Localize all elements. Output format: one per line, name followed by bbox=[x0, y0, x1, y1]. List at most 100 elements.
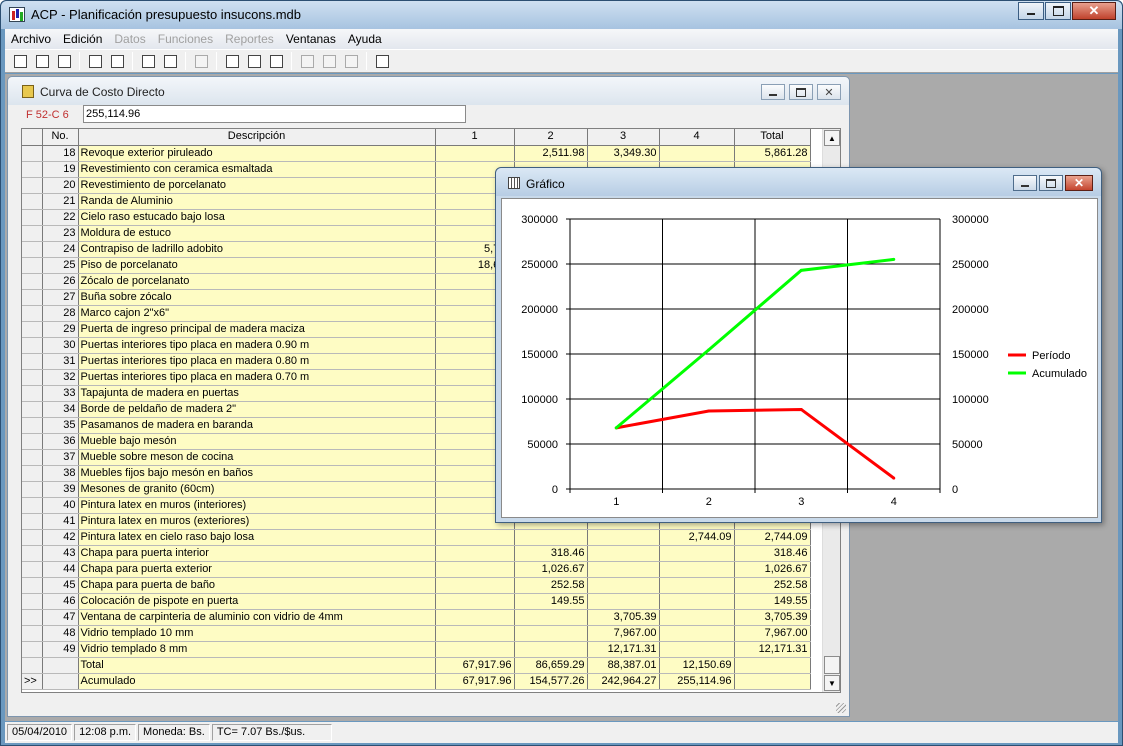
cell-no[interactable]: 47 bbox=[42, 609, 79, 626]
cell-c3[interactable]: 7,967.00 bbox=[587, 625, 660, 642]
calculator-button[interactable] bbox=[371, 51, 393, 71]
row-selector[interactable] bbox=[22, 641, 43, 658]
cell-total[interactable]: 7,967.00 bbox=[734, 625, 811, 642]
layout-window-button[interactable] bbox=[265, 51, 287, 71]
cell-no[interactable]: 26 bbox=[42, 273, 79, 290]
cell-description[interactable]: Puertas interiores tipo placa en madera … bbox=[78, 337, 436, 354]
cell-no[interactable]: 43 bbox=[42, 545, 79, 562]
cell-description[interactable]: Moldura de estuco bbox=[78, 225, 436, 242]
column-header[interactable]: Descripción bbox=[78, 129, 436, 146]
row-selector[interactable] bbox=[22, 481, 43, 498]
cell-total[interactable]: 3,705.39 bbox=[734, 609, 811, 626]
row-selector[interactable] bbox=[22, 385, 43, 402]
cell-description[interactable]: Piso de porcelanato bbox=[78, 257, 436, 274]
cell-no[interactable]: 41 bbox=[42, 513, 79, 530]
cell-no[interactable]: 36 bbox=[42, 433, 79, 450]
cell-no[interactable]: 45 bbox=[42, 577, 79, 594]
cell-no[interactable]: 38 bbox=[42, 465, 79, 482]
cell-description[interactable]: Randa de Aluminio bbox=[78, 193, 436, 210]
cell-c1[interactable] bbox=[435, 561, 515, 578]
cell-no[interactable]: 25 bbox=[42, 257, 79, 274]
row-selector[interactable] bbox=[22, 513, 43, 530]
summary-c4[interactable]: 12,150.69 bbox=[659, 656, 735, 674]
cell-description[interactable]: Chapa para puerta de baño bbox=[78, 577, 436, 594]
row-selector[interactable] bbox=[22, 337, 43, 354]
cell-description[interactable]: Marco cajon 2"x6" bbox=[78, 305, 436, 322]
row-selector[interactable] bbox=[22, 529, 43, 546]
cell-c3[interactable]: 3,349.30 bbox=[587, 145, 660, 162]
row-selector[interactable] bbox=[22, 609, 43, 626]
cell-no[interactable]: 48 bbox=[42, 625, 79, 642]
table-row[interactable]: 46 Colocación de pispote en puerta 149.55 1… bbox=[22, 593, 811, 610]
row-selector[interactable] bbox=[22, 353, 43, 370]
summary-c3[interactable]: 88,387.01 bbox=[587, 656, 660, 674]
summary-c1[interactable]: 67,917.96 bbox=[435, 672, 515, 690]
cell-c1[interactable] bbox=[435, 641, 515, 658]
curva-close-button[interactable]: ✕ bbox=[817, 84, 841, 100]
save-button[interactable] bbox=[53, 51, 75, 71]
cell-no[interactable]: 22 bbox=[42, 209, 79, 226]
cell-description[interactable]: Revestimiento con ceramica esmaltada bbox=[78, 161, 436, 178]
cell-value-field[interactable]: 255,114.96 bbox=[83, 105, 466, 123]
new-file-button[interactable] bbox=[9, 51, 31, 71]
row-selector[interactable] bbox=[22, 273, 43, 290]
row-selector[interactable] bbox=[22, 145, 43, 162]
grafico-titlebar[interactable]: Gráfico ✕ bbox=[496, 168, 1101, 196]
grafico-minimize-button[interactable] bbox=[1013, 175, 1037, 191]
cell-no[interactable]: 44 bbox=[42, 561, 79, 578]
cell-description[interactable]: Mesones de granito (60cm) bbox=[78, 481, 436, 498]
cell-c2[interactable]: 149.55 bbox=[514, 593, 588, 610]
scroll-up-icon[interactable]: ▲ bbox=[824, 130, 840, 146]
scroll-thumb[interactable] bbox=[824, 656, 840, 674]
cell-description[interactable]: Chapa para puerta interior bbox=[78, 545, 436, 562]
menu-ventanas[interactable]: Ventanas bbox=[280, 29, 342, 49]
row-selector[interactable] bbox=[22, 497, 43, 514]
row-selector[interactable] bbox=[22, 369, 43, 386]
cell-description[interactable]: Pintura latex en muros (interiores) bbox=[78, 497, 436, 514]
row-selector[interactable] bbox=[22, 161, 43, 178]
cell-description[interactable]: Mueble bajo mesón bbox=[78, 433, 436, 450]
layout-columns-button[interactable] bbox=[221, 51, 243, 71]
cell-description[interactable]: Ventana de carpinteria de aluminio con v… bbox=[78, 609, 436, 626]
cell-description[interactable]: Puertas interiores tipo placa en madera … bbox=[78, 369, 436, 386]
cell-total[interactable]: 12,171.31 bbox=[734, 641, 811, 658]
row-selector[interactable] bbox=[22, 321, 43, 338]
curva-titlebar[interactable]: Curva de Costo Directo ✕ bbox=[8, 77, 849, 105]
cell-c1[interactable] bbox=[435, 145, 515, 162]
cell-no[interactable]: 32 bbox=[42, 369, 79, 386]
summary-c1[interactable]: 67,917.96 bbox=[435, 656, 515, 674]
cell-description[interactable]: Contrapiso de ladrillo adobito bbox=[78, 241, 436, 258]
row-selector[interactable] bbox=[22, 465, 43, 482]
cell-total[interactable]: 1,026.67 bbox=[734, 561, 811, 578]
cell-c1[interactable] bbox=[435, 609, 515, 626]
column-header[interactable]: 3 bbox=[587, 129, 660, 146]
column-header[interactable]: Total bbox=[734, 129, 811, 146]
cell-description[interactable]: Colocación de pispote en puerta bbox=[78, 593, 436, 610]
row-selector[interactable] bbox=[22, 417, 43, 434]
cell-c4[interactable] bbox=[659, 545, 735, 562]
cell-description[interactable]: Vidrio templado 8 mm bbox=[78, 641, 436, 658]
scroll-down-icon[interactable]: ▼ bbox=[824, 675, 840, 691]
row-selector[interactable] bbox=[22, 561, 43, 578]
table-row[interactable]: 45 Chapa para puerta de baño 252.58 252.58 bbox=[22, 577, 811, 594]
cell-description[interactable]: Puerta de ingreso principal de madera ma… bbox=[78, 321, 436, 338]
curva-minimize-button[interactable] bbox=[761, 84, 785, 100]
row-marker[interactable] bbox=[22, 656, 43, 674]
cell-c1[interactable] bbox=[435, 593, 515, 610]
row-selector[interactable] bbox=[22, 305, 43, 322]
cell-no[interactable]: 29 bbox=[42, 321, 79, 338]
cell-c2[interactable] bbox=[514, 609, 588, 626]
cell-total[interactable]: 318.46 bbox=[734, 545, 811, 562]
cell-no[interactable]: 35 bbox=[42, 417, 79, 434]
cell-description[interactable]: Mueble sobre meson de cocina bbox=[78, 449, 436, 466]
cell-description[interactable]: Puertas interiores tipo placa en madera … bbox=[78, 353, 436, 370]
cell-no[interactable]: 37 bbox=[42, 449, 79, 466]
cell-no[interactable]: 34 bbox=[42, 401, 79, 418]
cell-description[interactable]: Vidrio templado 10 mm bbox=[78, 625, 436, 642]
row-selector[interactable] bbox=[22, 593, 43, 610]
row-selector[interactable] bbox=[22, 193, 43, 210]
minimize-button[interactable] bbox=[1018, 2, 1044, 20]
row-selector[interactable] bbox=[22, 401, 43, 418]
arrange-button[interactable] bbox=[340, 51, 362, 71]
row-selector[interactable] bbox=[22, 177, 43, 194]
